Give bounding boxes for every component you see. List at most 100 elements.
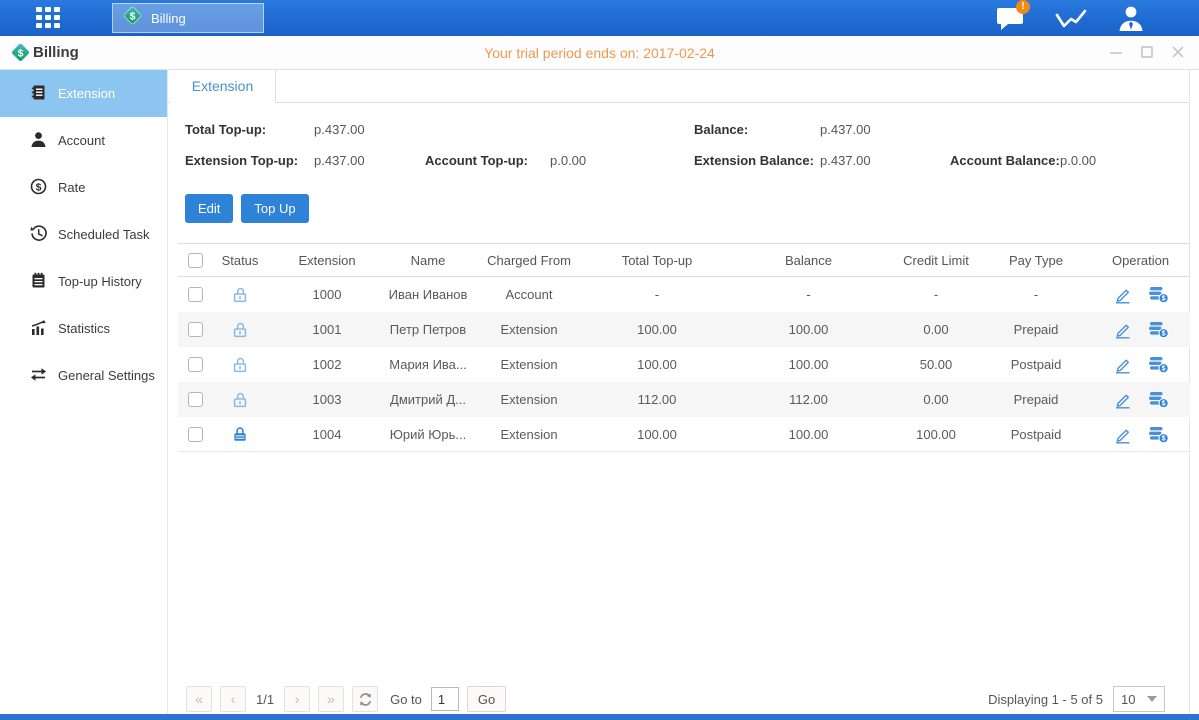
sidebar-item-topup-history[interactable]: Top-up History: [0, 258, 167, 305]
page-indicator: 1/1: [256, 692, 274, 707]
operation-cell: $: [1091, 425, 1190, 444]
edit-icon: [1113, 390, 1132, 409]
pagination: « ‹ 1/1 › » Go to Go: [186, 686, 506, 712]
row-checkbox[interactable]: [188, 287, 203, 302]
table-row: 1003Дмитрий Д...Extension112.00112.000.0…: [178, 382, 1190, 417]
messages-icon[interactable]: !: [992, 4, 1028, 32]
table-body: 1000Иван ИвановAccount----$1001Петр Петр…: [178, 277, 1190, 452]
edit-icon: [1113, 355, 1132, 374]
balance-value: p.437.00: [820, 122, 871, 137]
refresh-icon[interactable]: [352, 686, 378, 712]
topup-button[interactable]: Top Up: [241, 194, 308, 223]
column-header: Credit Limit: [891, 253, 981, 268]
extension-balance-label: Extension Balance:: [694, 153, 814, 168]
go-button[interactable]: Go: [467, 686, 506, 712]
total-topup-value: p.437.00: [314, 122, 365, 137]
app-grid-icon[interactable]: [36, 7, 68, 30]
account-balance-label: Account Balance:: [950, 153, 1060, 168]
table-header: StatusExtensionNameCharged FromTotal Top…: [178, 243, 1190, 277]
tab-strip: Extension: [168, 70, 1189, 103]
credit-limit-cell: 0.00: [891, 322, 981, 337]
balance-cell: 100.00: [726, 427, 891, 442]
sidebar-item-scheduled-task[interactable]: Scheduled Task: [0, 211, 167, 258]
row-checkbox[interactable]: [188, 392, 203, 407]
row-checkbox[interactable]: [188, 322, 203, 337]
table-row: 1002Мария Ива...Extension100.00100.0050.…: [178, 347, 1190, 382]
edit-row-button[interactable]: [1113, 320, 1132, 339]
name-cell: Иван Иванов: [386, 287, 470, 302]
edit-button[interactable]: Edit: [185, 194, 233, 223]
lock-open-icon: [231, 321, 249, 339]
user-account-icon[interactable]: [1113, 4, 1149, 32]
sidebar-item-account[interactable]: Account: [0, 117, 167, 164]
sidebar-item-rate[interactable]: $ Rate: [0, 164, 167, 211]
account-topup-label: Account Top-up:: [425, 153, 528, 168]
billing-diamond-icon: $: [10, 42, 31, 68]
column-header: Charged From: [470, 253, 588, 268]
scheduled-clock-icon: [30, 225, 47, 245]
billing-diamond-icon: $: [122, 5, 143, 31]
topup-row-button[interactable]: $: [1148, 390, 1169, 409]
topup-row-button[interactable]: $: [1148, 425, 1169, 444]
credit-limit-cell: 100.00: [891, 427, 981, 442]
column-header: Operation: [1091, 253, 1190, 268]
extension-topup-label: Extension Top-up:: [185, 153, 298, 168]
column-header: Extension: [268, 253, 386, 268]
topup-coins-icon: $: [1148, 425, 1169, 444]
column-header: Total Top-up: [588, 253, 726, 268]
main-panel: Extension Total Top-up: p.437.00 Balance…: [168, 70, 1190, 714]
next-page-icon[interactable]: ›: [284, 686, 310, 712]
window-titlebar: $ Billing Your trial period ends on: 201…: [0, 36, 1199, 70]
extension-cell: 1002: [268, 357, 386, 372]
maximize-icon[interactable]: [1139, 44, 1154, 59]
topup-row-button[interactable]: $: [1148, 320, 1169, 339]
prev-page-icon[interactable]: ‹: [220, 686, 246, 712]
topup-row-button[interactable]: $: [1148, 355, 1169, 374]
row-checkbox[interactable]: [188, 357, 203, 372]
page-size-value: 10: [1121, 692, 1135, 707]
general-settings-arrows-icon: [30, 366, 47, 386]
edit-row-button[interactable]: [1113, 425, 1132, 444]
sidebar-item-label: Extension: [58, 86, 115, 101]
first-page-icon[interactable]: «: [186, 686, 212, 712]
charged-from-cell: Account: [470, 287, 588, 302]
extension-cell: 1001: [268, 322, 386, 337]
displaying-text: Displaying 1 - 5 of 5: [988, 692, 1103, 707]
sidebar-item-statistics[interactable]: Statistics: [0, 305, 167, 352]
charged-from-cell: Extension: [470, 427, 588, 442]
close-icon[interactable]: [1170, 44, 1185, 59]
taskbar-item-label: Billing: [151, 11, 186, 26]
lock-closed-icon: [231, 425, 249, 443]
edit-row-button[interactable]: [1113, 390, 1132, 409]
pay-type-cell: Prepaid: [981, 392, 1091, 407]
sidebar-item-extension[interactable]: Extension: [0, 70, 167, 117]
minimize-icon[interactable]: [1108, 44, 1123, 59]
operation-cell: $: [1091, 285, 1190, 304]
topup-coins-icon: $: [1148, 390, 1169, 409]
select-all-checkbox[interactable]: [188, 253, 203, 268]
goto-page-input[interactable]: [431, 687, 459, 711]
operation-cell: $: [1091, 355, 1190, 374]
column-header: Balance: [726, 253, 891, 268]
billing-stats: Total Top-up: p.437.00 Balance: p.437.00…: [168, 103, 1189, 175]
total-topup-cell: -: [588, 287, 726, 302]
svg-text:$: $: [1161, 401, 1165, 408]
row-select-cell: [178, 357, 212, 372]
edit-row-button[interactable]: [1113, 355, 1132, 374]
extension-cell: 1004: [268, 427, 386, 442]
page-size-select[interactable]: 10: [1113, 686, 1165, 712]
edit-row-button[interactable]: [1113, 285, 1132, 304]
last-page-icon[interactable]: »: [318, 686, 344, 712]
statistics-chart-icon: [30, 319, 47, 339]
topup-row-button[interactable]: $: [1148, 285, 1169, 304]
name-cell: Петр Петров: [386, 322, 470, 337]
resource-monitor-icon[interactable]: [1053, 4, 1089, 32]
account-person-icon: [30, 131, 47, 151]
taskbar-item-billing[interactable]: $ Billing: [112, 3, 264, 33]
row-checkbox[interactable]: [188, 427, 203, 442]
tab-extension[interactable]: Extension: [170, 70, 276, 103]
extension-table: StatusExtensionNameCharged FromTotal Top…: [178, 243, 1190, 452]
svg-text:$: $: [1161, 435, 1165, 442]
select-all-cell: [178, 253, 212, 268]
sidebar-item-general-settings[interactable]: General Settings: [0, 352, 167, 399]
